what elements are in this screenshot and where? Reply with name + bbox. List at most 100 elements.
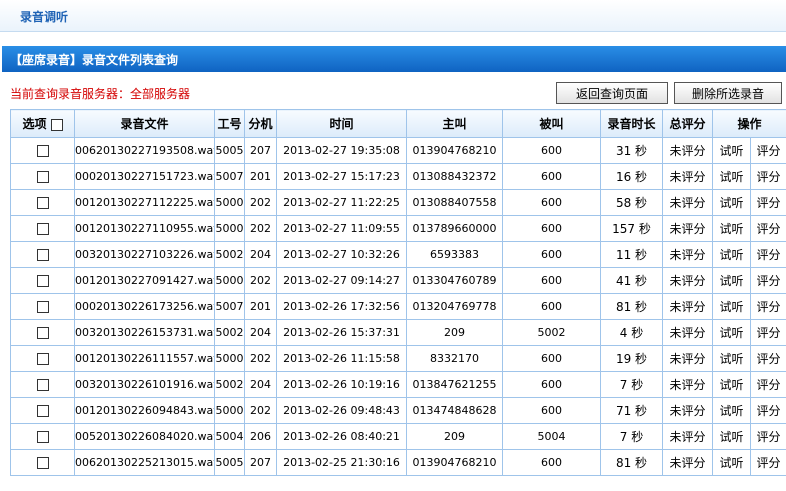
duration-cell: 7 秒 [600,371,663,398]
table-row: 00120130227110955.wav 5000 202 2013-02-27 1… [10,215,786,242]
listen-link[interactable]: 试听 [712,163,751,190]
row-checkbox[interactable] [36,171,49,183]
ext-cell: 202 [244,267,277,294]
listen-link[interactable]: 试听 [712,423,751,450]
callee-cell: 5004 [502,423,601,450]
listen-link[interactable]: 试听 [712,267,751,294]
listen-link[interactable]: 试听 [712,397,751,424]
ext-cell: 206 [244,423,277,450]
recordings-table: 选项 录音文件 工号 分机 时间 主叫 被叫 录音时长 总评分 操作 00620… [10,109,786,476]
column-callee: 被叫 [502,109,601,138]
table-row: 00120130227091427.wav 5000 202 2013-02-27 0… [10,267,786,294]
listen-link[interactable]: 试听 [712,137,751,164]
rate-link[interactable]: 评分 [749,189,786,216]
callee-cell: 600 [502,267,601,294]
caller-cell: 013904768210 [406,137,503,164]
callee-cell: 600 [502,189,601,216]
listen-link[interactable]: 试听 [712,319,751,346]
listen-link[interactable]: 试听 [712,241,751,268]
select-all-checkbox[interactable] [50,118,63,131]
row-checkbox[interactable] [36,275,49,287]
listen-link[interactable]: 试听 [712,371,751,398]
table-row: 00320130226101916.wav 5002 204 2013-02-26 1… [10,371,786,398]
listen-link[interactable]: 试听 [712,345,751,372]
rate-link[interactable]: 评分 [749,397,786,424]
listen-link[interactable]: 试听 [712,215,751,242]
listen-link[interactable]: 试听 [712,293,751,320]
callee-cell: 600 [502,241,601,268]
callee-cell: 600 [502,345,601,372]
ext-cell: 202 [244,215,277,242]
row-checkbox[interactable] [36,457,49,469]
row-checkbox[interactable] [36,405,49,417]
table-row: 00620130225213015.wav 5005 207 2013-02-25 2… [10,449,786,476]
top-header: 录音调听 [0,0,786,32]
row-checkbox[interactable] [36,249,49,261]
ext-cell: 207 [244,137,277,164]
caller-cell: 209 [406,423,503,450]
select-cell [10,345,75,372]
id-cell: 5002 [214,371,245,398]
rate-link[interactable]: 评分 [749,423,786,450]
table-row: 00020130226173256.wav 5007 201 2013-02-26 1… [10,293,786,320]
time-cell: 2013-02-27 15:17:23 [276,163,407,190]
id-cell: 5000 [214,215,245,242]
id-cell: 5000 [214,267,245,294]
row-checkbox[interactable] [36,145,49,157]
file-cell: 00020130227151723.wav [74,163,215,190]
row-checkbox[interactable] [36,431,49,443]
id-cell: 5000 [214,189,245,216]
duration-cell: 41 秒 [600,267,663,294]
callee-cell: 600 [502,163,601,190]
delete-selected-button[interactable]: 删除所选录音 [674,82,782,104]
duration-cell: 81 秒 [600,449,663,476]
row-checkbox[interactable] [36,197,49,209]
time-cell: 2013-02-27 19:35:08 [276,137,407,164]
ext-cell: 202 [244,189,277,216]
listen-link[interactable]: 试听 [712,449,751,476]
select-cell [10,371,75,398]
score-cell: 未评分 [662,189,713,216]
table-row: 00120130227112225.wav 5000 202 2013-02-27 1… [10,189,786,216]
rate-link[interactable]: 评分 [749,371,786,398]
row-checkbox[interactable] [36,223,49,235]
id-cell: 5007 [214,163,245,190]
rate-link[interactable]: 评分 [749,345,786,372]
row-checkbox[interactable] [36,301,49,313]
file-cell: 00320130227103226.wav [74,241,215,268]
rate-link[interactable]: 评分 [749,293,786,320]
rate-link[interactable]: 评分 [749,267,786,294]
rate-link[interactable]: 评分 [749,163,786,190]
ext-cell: 204 [244,319,277,346]
rate-link[interactable]: 评分 [749,449,786,476]
rate-link[interactable]: 评分 [749,137,786,164]
select-cell [10,137,75,164]
listen-link[interactable]: 试听 [712,189,751,216]
rate-link[interactable]: 评分 [749,215,786,242]
score-cell: 未评分 [662,241,713,268]
duration-cell: 19 秒 [600,345,663,372]
time-cell: 2013-02-27 10:32:26 [276,241,407,268]
file-cell: 00120130226111557.wav [74,345,215,372]
rate-link[interactable]: 评分 [749,319,786,346]
row-checkbox[interactable] [36,327,49,339]
id-cell: 5000 [214,397,245,424]
caller-cell: 013088432372 [406,163,503,190]
ext-cell: 201 [244,163,277,190]
callee-cell: 600 [502,293,601,320]
time-cell: 2013-02-25 21:30:16 [276,449,407,476]
file-cell: 00120130226094843.wav [74,397,215,424]
row-checkbox[interactable] [36,379,49,391]
select-cell [10,319,75,346]
rate-link[interactable]: 评分 [749,241,786,268]
column-select-label: 选项 [22,117,47,131]
caller-cell: 013904768210 [406,449,503,476]
table-row: 00520130226084020.wav 5004 206 2013-02-26 0… [10,423,786,450]
caller-cell: 013847621255 [406,371,503,398]
duration-cell: 71 秒 [600,397,663,424]
select-cell [10,397,75,424]
select-cell [10,423,75,450]
row-checkbox[interactable] [36,353,49,365]
column-file: 录音文件 [74,109,215,138]
back-to-query-button[interactable]: 返回查询页面 [556,82,668,104]
